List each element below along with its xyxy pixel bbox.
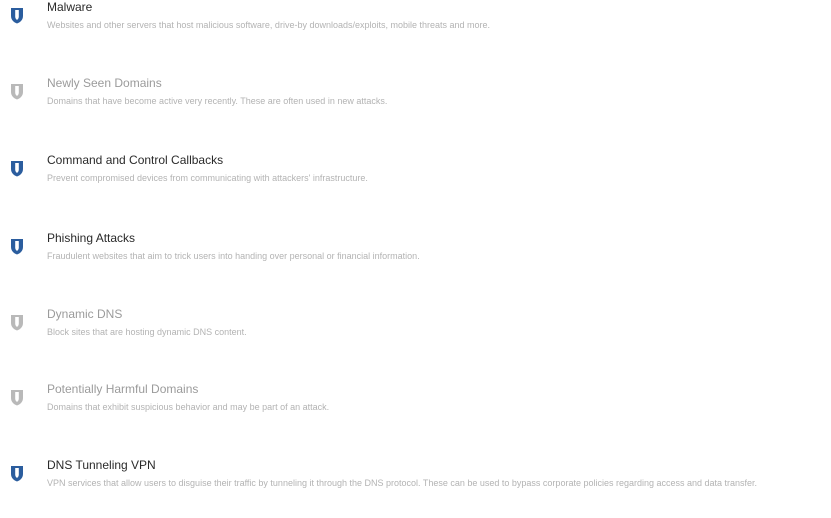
category-title: Dynamic DNS bbox=[47, 307, 123, 321]
category-description: Block sites that are hosting dynamic DNS… bbox=[47, 327, 247, 337]
category-item-command-and-control-callbacks[interactable]: Command and Control Callbacks Prevent co… bbox=[0, 153, 831, 213]
category-item-potentially-harmful-domains[interactable]: Potentially Harmful Domains Domains that… bbox=[0, 382, 831, 442]
shield-icon[interactable] bbox=[10, 389, 24, 406]
security-categories-page: { "categories": [ { "name": "Malware", "… bbox=[0, 0, 831, 517]
category-item-dynamic-dns[interactable]: Dynamic DNS Block sites that are hosting… bbox=[0, 307, 831, 367]
category-title: DNS Tunneling VPN bbox=[47, 458, 156, 472]
category-item-newly-seen-domains[interactable]: Newly Seen Domains Domains that have bec… bbox=[0, 76, 831, 136]
category-title: Command and Control Callbacks bbox=[47, 153, 224, 167]
category-title: Malware bbox=[47, 0, 93, 14]
category-description: Fraudulent websites that aim to trick us… bbox=[47, 251, 420, 261]
category-item-phishing-attacks[interactable]: Phishing Attacks Fraudulent websites tha… bbox=[0, 231, 831, 291]
category-description: Websites and other servers that host mal… bbox=[47, 20, 491, 30]
shield-icon[interactable] bbox=[10, 160, 24, 177]
category-title: Newly Seen Domains bbox=[47, 76, 162, 90]
category-title: Phishing Attacks bbox=[47, 231, 136, 245]
category-title: Potentially Harmful Domains bbox=[47, 382, 199, 396]
category-description: Domains that have become active very rec… bbox=[47, 96, 388, 106]
category-item-malware[interactable]: Malware Websites and other servers that … bbox=[0, 0, 831, 60]
shield-icon[interactable] bbox=[10, 314, 24, 331]
shield-icon[interactable] bbox=[10, 83, 24, 100]
category-description: Domains that exhibit suspicious behavior… bbox=[47, 402, 330, 412]
category-item-dns-tunneling-vpn[interactable]: DNS Tunneling VPN VPN services that allo… bbox=[0, 458, 831, 518]
category-description: Prevent compromised devices from communi… bbox=[47, 173, 368, 183]
shield-icon[interactable] bbox=[10, 238, 24, 255]
shield-icon[interactable] bbox=[10, 465, 24, 482]
shield-icon[interactable] bbox=[10, 7, 24, 24]
category-description: VPN services that allow users to disguis… bbox=[47, 478, 758, 488]
